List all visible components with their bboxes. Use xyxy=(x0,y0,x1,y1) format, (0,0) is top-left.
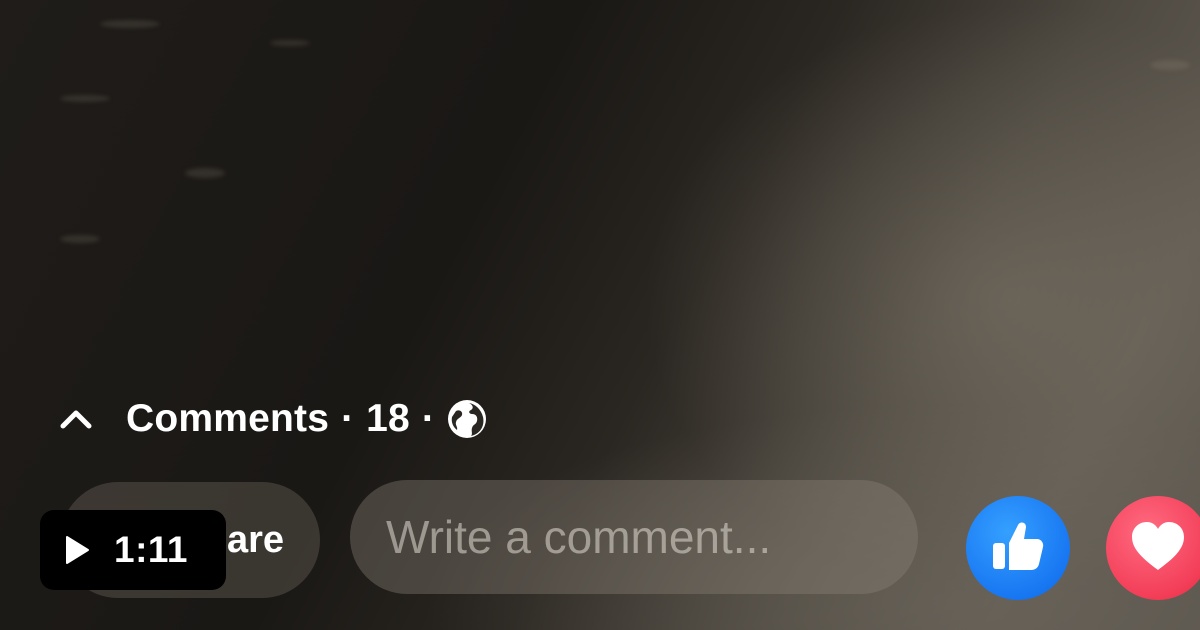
background-streak xyxy=(185,168,225,178)
heart-icon xyxy=(1128,518,1188,579)
background-streak xyxy=(1150,60,1190,70)
comments-bar[interactable]: Comments · 18 · xyxy=(58,392,487,446)
separator-dot: · xyxy=(341,397,355,440)
love-reaction-button[interactable] xyxy=(1106,496,1200,600)
background-streak xyxy=(100,20,160,28)
like-reaction-button[interactable] xyxy=(966,496,1070,600)
share-label: are xyxy=(226,518,284,561)
video-duration-badge[interactable]: 1:11 xyxy=(40,510,226,590)
separator-dot: · xyxy=(421,397,435,440)
background-streak xyxy=(60,95,110,102)
video-duration: 1:11 xyxy=(114,529,189,570)
comment-input[interactable] xyxy=(350,480,918,594)
chevron-up-icon[interactable] xyxy=(58,401,94,437)
play-icon[interactable] xyxy=(64,535,90,565)
comments-count: 18 xyxy=(366,397,410,440)
background-streak xyxy=(270,40,310,46)
comments-label: Comments xyxy=(126,397,330,440)
background-streak xyxy=(60,235,100,243)
thumbs-up-icon xyxy=(987,515,1049,582)
globe-icon xyxy=(447,399,487,439)
